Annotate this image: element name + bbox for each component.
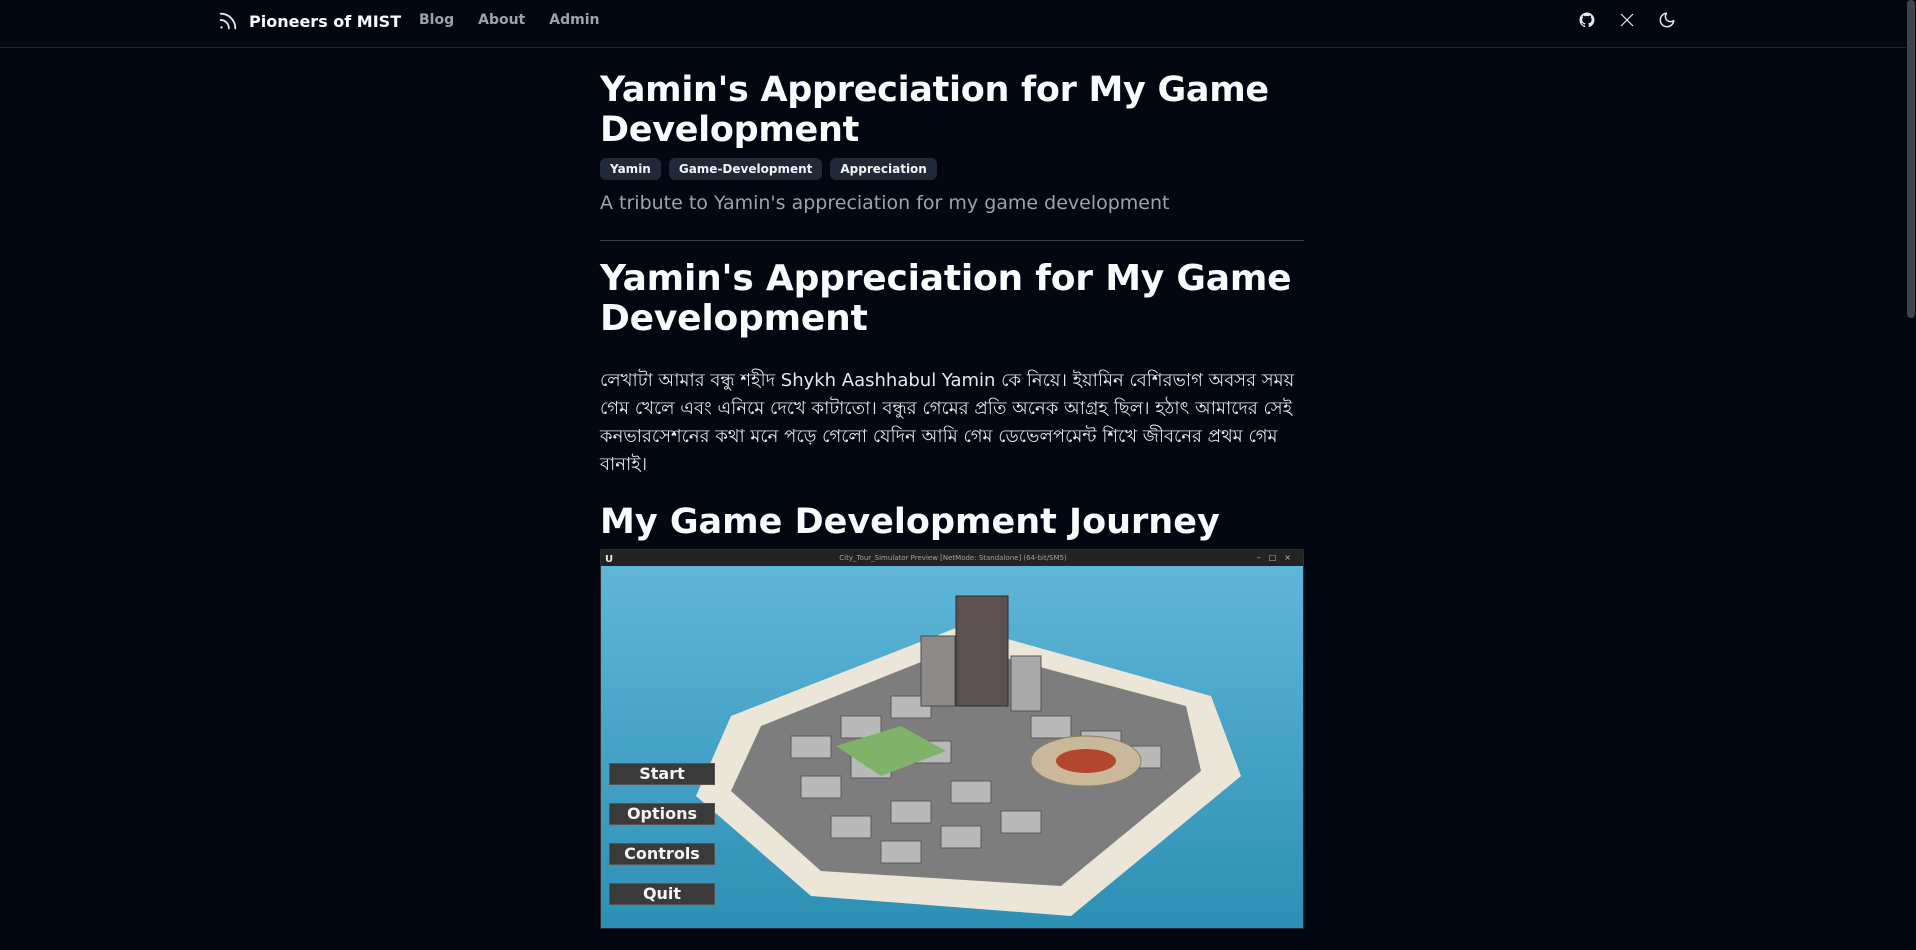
tag-appreciation[interactable]: Appreciation [830,158,937,180]
game-screenshot: U City_Tour_Simulator Preview [NetMode: … [600,549,1304,929]
nav-icon-group [1577,9,1677,31]
start-button: Start [609,763,715,785]
tag-game-development[interactable]: Game-Development [668,158,823,180]
top-navbar: Pioneers of MIST Blog About Admin [0,0,1916,48]
options-button: Options [609,803,715,825]
screenshot-titlebar: U City_Tour_Simulator Preview [NetMode: … [601,550,1303,566]
page-scrollbar[interactable] [1906,0,1916,950]
section-heading: My Game Development Journey [600,502,1220,542]
x-icon[interactable] [1617,9,1637,31]
post-summary: A tribute to Yamin's appreciation for my… [600,192,1170,214]
city-island-scene [601,566,1303,928]
content-paragraph: লেখাটা আমার বন্ধু শহীদ Shykh Aashhabul Y… [600,370,1295,475]
screenshot-window-title: City_Tour_Simulator Preview [NetMode: St… [839,554,1067,562]
moon-icon[interactable] [1657,9,1677,31]
brand-name: Pioneers of MIST [249,11,402,31]
tag-yamin[interactable]: Yamin [600,158,661,180]
nav-link-admin[interactable]: Admin [549,12,599,28]
article: Yamin's Appreciation for My Game Develop… [600,70,1304,543]
rss-icon [219,12,237,30]
nav-link-about[interactable]: About [478,12,525,28]
content-heading: Yamin's Appreciation for My Game Develop… [600,258,1292,339]
post-title: Yamin's Appreciation for My Game Develop… [600,70,1269,150]
brand-link[interactable]: Pioneers of MIST [217,9,401,33]
window-controls-icon: –□× [1256,553,1299,562]
nav-link-blog[interactable]: Blog [419,12,454,28]
nav-links: Blog About Admin [419,12,599,28]
scrollbar-thumb[interactable] [1907,0,1915,318]
github-icon[interactable] [1577,9,1597,31]
divider [600,240,1304,241]
controls-button: Controls [609,843,715,865]
quit-button: Quit [609,883,715,905]
tag-list: Yamin Game-Development Appreciation [600,158,1304,180]
